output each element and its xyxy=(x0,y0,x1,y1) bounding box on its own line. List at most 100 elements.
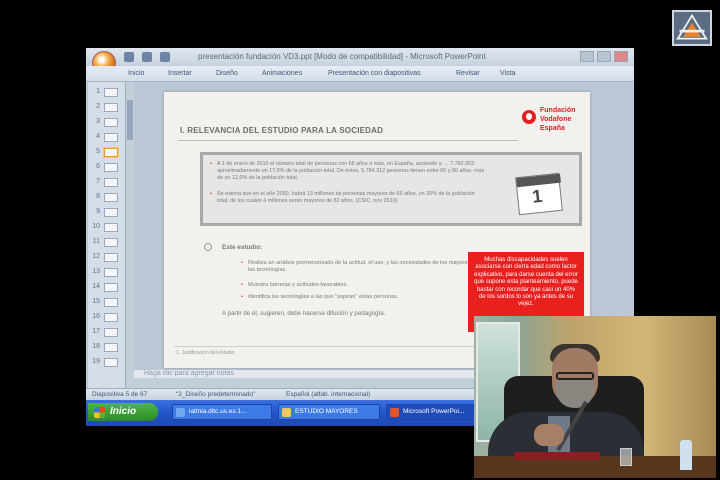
window-title: presentación fundación VD3.ppt [Modo de … xyxy=(198,52,486,61)
slide-thumbnail-number: 15 xyxy=(92,298,100,305)
slide-thumbnail-number: 1 xyxy=(96,88,100,95)
minimize-button[interactable] xyxy=(580,51,594,62)
slide-thumbnail[interactable]: 2 xyxy=(88,101,124,115)
slide-thumbnail-number: 17 xyxy=(92,328,100,335)
slide-thumbnail[interactable]: 19 xyxy=(88,356,124,370)
slide-thumbnail-image xyxy=(104,133,118,142)
close-button[interactable] xyxy=(614,51,628,62)
tab-presentacion[interactable]: Presentación con diapositivas xyxy=(328,70,421,77)
slide-thumbnail[interactable]: 3 xyxy=(88,116,124,130)
language[interactable]: Español (alfab. internacional) xyxy=(286,391,370,398)
fact-item: Se estima que en el año 2050, habrá 13 m… xyxy=(210,191,487,205)
study-item: Muestra barreras y actitudes favorables. xyxy=(241,282,488,289)
slide-thumbnail-image xyxy=(104,163,118,172)
study-item: Realiza un análisis pormenorizado de la … xyxy=(241,260,488,274)
slide-thumbnail-image xyxy=(104,88,118,97)
vodafone-logo-icon xyxy=(522,110,536,124)
redo-icon[interactable] xyxy=(160,52,170,62)
slide-thumbnail[interactable]: 12 xyxy=(88,251,124,265)
slide-thumbnail-number: 19 xyxy=(92,358,100,365)
scrollbar-thumb[interactable] xyxy=(127,100,133,140)
slide-thumbnail[interactable]: 7 xyxy=(88,176,124,190)
slide-thumbnail[interactable]: 6 xyxy=(88,161,124,175)
slide-footer: 1. Justificación del estudio xyxy=(176,350,235,356)
windows-flag-icon xyxy=(94,407,105,418)
taskbar-item-label: lattnia.dltc.us.es:1... xyxy=(189,408,247,415)
slide-thumbnail-image xyxy=(104,328,118,337)
slide-thumbnail-number: 4 xyxy=(96,133,100,140)
slide-thumbnail-image xyxy=(104,238,118,247)
tab-vista[interactable]: Vista xyxy=(500,70,515,77)
slide-thumbnail-number: 11 xyxy=(92,238,100,245)
quick-access-toolbar xyxy=(124,52,170,62)
slide-thumbnail-number: 2 xyxy=(96,103,100,110)
slide-thumbnail-number: 8 xyxy=(96,193,100,200)
slide-thumbnail-image xyxy=(104,223,118,232)
thumbnails-scrollbar[interactable] xyxy=(126,82,134,388)
window-controls xyxy=(580,51,628,62)
ribbon-tabs: Inicio Insertar Diseño Animaciones Prese… xyxy=(86,66,634,82)
statistics-box: A 1 de enero de 2010 el número total de … xyxy=(200,152,582,226)
calendar-day: 1 xyxy=(531,185,544,207)
save-icon[interactable] xyxy=(124,52,134,62)
theme-name: "2_Diseño predeterminado" xyxy=(176,391,256,398)
slide-thumbnail-number: 3 xyxy=(96,118,100,125)
maximize-button[interactable] xyxy=(597,51,611,62)
fact-item: A 1 de enero de 2010 el número total de … xyxy=(210,161,487,183)
brand-name: Fundación Vodafone España xyxy=(540,107,576,132)
slide-thumbnail[interactable]: 4 xyxy=(88,131,124,145)
slide-thumbnail[interactable]: 16 xyxy=(88,311,124,325)
slide-thumbnail-image xyxy=(104,193,118,202)
slide-thumbnail-image xyxy=(104,298,118,307)
slide-thumbnail[interactable]: 5 xyxy=(88,146,124,160)
browser-icon xyxy=(176,408,185,417)
slide-thumbnail[interactable]: 15 xyxy=(88,296,124,310)
slide-thumbnail[interactable]: 9 xyxy=(88,206,124,220)
slide-thumbnail-image xyxy=(104,358,118,367)
channel-logo xyxy=(672,10,712,46)
slide-thumbnail-image xyxy=(104,343,118,352)
tab-inicio[interactable]: Inicio xyxy=(128,70,144,77)
tab-diseno[interactable]: Diseño xyxy=(216,70,238,77)
start-label: Inicio xyxy=(110,406,137,417)
undo-icon[interactable] xyxy=(142,52,152,62)
tab-revisar[interactable]: Revisar xyxy=(456,70,480,77)
slide-thumbnail[interactable]: 11 xyxy=(88,236,124,250)
slide-thumbnail-image xyxy=(104,268,118,277)
slide-thumbnail-number: 7 xyxy=(96,178,100,185)
slide-thumbnail-number: 18 xyxy=(92,343,100,350)
slide-thumbnail[interactable]: 13 xyxy=(88,266,124,280)
tab-animaciones[interactable]: Animaciones xyxy=(262,70,302,77)
water-glass xyxy=(620,448,632,466)
slide-thumbnail[interactable]: 1 xyxy=(88,86,124,100)
slide-thumbnail-number: 5 xyxy=(96,148,100,155)
taskbar-item[interactable]: lattnia.dltc.us.es:1... xyxy=(172,404,272,420)
taskbar-item[interactable]: Microsoft PowerPoi... xyxy=(386,404,488,420)
slide-thumbnail[interactable]: 14 xyxy=(88,281,124,295)
slide-thumbnail[interactable]: 8 xyxy=(88,191,124,205)
folder-icon xyxy=(282,408,291,417)
slide-thumbnail[interactable]: 10 xyxy=(88,221,124,235)
slide-thumbnail-number: 10 xyxy=(92,223,100,230)
slide-position: Diapositiva 5 de 67 xyxy=(92,391,148,398)
slide-thumbnail-image xyxy=(104,313,118,322)
taskbar-item-label: ESTUDIO MAYORES xyxy=(295,408,358,415)
slide-thumbnail-number: 6 xyxy=(96,163,100,170)
slide-thumbnail-number: 13 xyxy=(92,268,100,275)
slide-thumbnail[interactable]: 17 xyxy=(88,326,124,340)
tab-insertar[interactable]: Insertar xyxy=(168,70,192,77)
conclusion-text: A partir de él, sugieren, debe hacerse d… xyxy=(222,310,386,317)
study-item: Identifica las tecnologías a las que "as… xyxy=(241,294,488,301)
slide-thumbnail[interactable]: 18 xyxy=(88,341,124,355)
heading-divider xyxy=(178,140,518,141)
speaker-video-inset xyxy=(474,316,716,478)
slide-heading: I. RELEVANCIA DEL ESTUDIO PARA LA SOCIED… xyxy=(180,126,384,135)
study-label: Este estudio: xyxy=(222,244,263,251)
slide-thumbnail-number: 12 xyxy=(92,253,100,260)
bullet-icon xyxy=(204,243,212,251)
brand-logo: Fundación Vodafone España xyxy=(522,106,586,140)
taskbar-item-label: Microsoft PowerPoi... xyxy=(403,408,465,415)
slide-thumbnails-pane: 1 2 3 4 5 6 7 8 9 10 11 12 13 14 15 16 17 18 19 xyxy=(88,82,126,388)
taskbar-item[interactable]: ESTUDIO MAYORES xyxy=(278,404,380,420)
start-button[interactable]: Inicio xyxy=(88,403,158,421)
